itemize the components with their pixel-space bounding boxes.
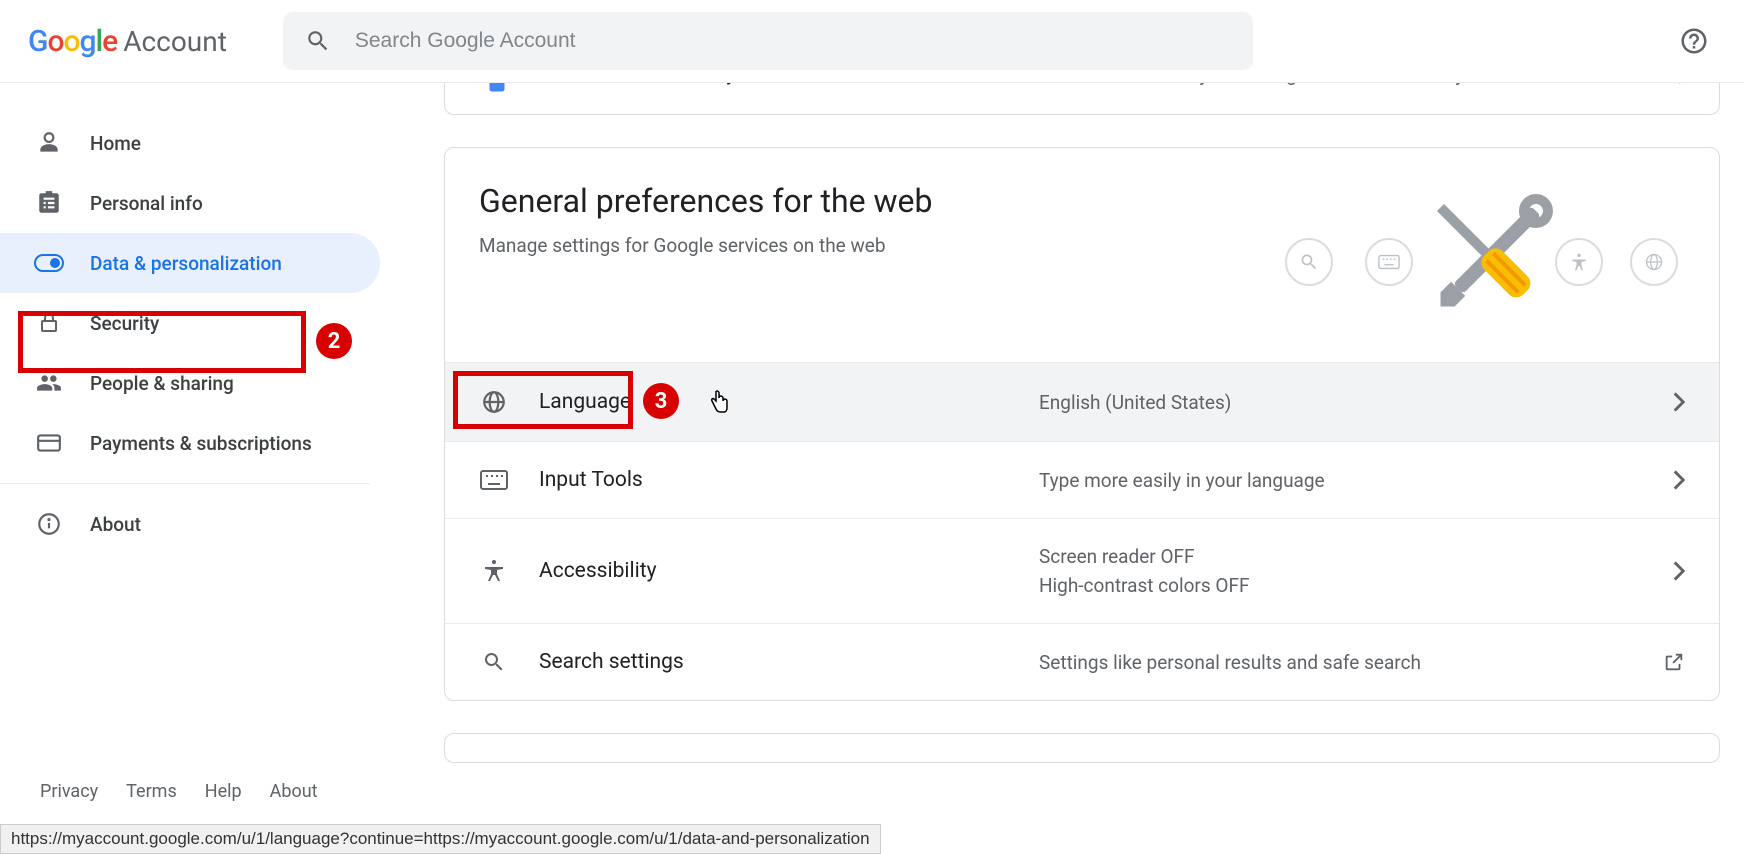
people-icon	[34, 370, 64, 396]
logo[interactable]: Google Account	[28, 24, 227, 59]
pref-value: Type more easily in your language	[1039, 469, 1643, 492]
search-bar[interactable]	[283, 12, 1253, 70]
chevron-right-icon	[1673, 470, 1685, 490]
home-icon	[34, 130, 64, 156]
sidebar-item-personal-info[interactable]: Personal info	[0, 173, 380, 233]
annotation-number-3: 3	[643, 383, 679, 419]
pref-label: Language	[539, 390, 1009, 414]
sidebar-item-label: Security	[90, 312, 159, 335]
account-label: Account	[123, 25, 227, 58]
sidebar-item-label: Home	[90, 132, 141, 155]
pref-label: Accessibility	[539, 559, 1009, 583]
pref-label: Search settings	[539, 650, 1009, 674]
pref-row-accessibility[interactable]: Accessibility Screen reader OFF High-con…	[445, 518, 1719, 623]
search-icon	[305, 28, 331, 54]
search-input[interactable]	[355, 29, 1231, 53]
footer-link-about[interactable]: About	[270, 781, 318, 802]
sidebar-item-label: Payments & subscriptions	[90, 432, 312, 455]
sidebar-item-label: Personal info	[90, 192, 203, 215]
sidebar-item-label: Data & personalization	[90, 252, 282, 275]
delete-service-subtitle: You can do this if you no longer use a s…	[1049, 83, 1647, 86]
delete-service-row[interactable]: Delete a service or your account You can…	[445, 83, 1719, 114]
chevron-right-icon	[1673, 392, 1685, 412]
keyboard-icon	[479, 470, 509, 490]
next-card-peek	[444, 733, 1720, 763]
search-icon	[479, 650, 509, 674]
card-icon	[34, 430, 64, 456]
globe-mini-icon	[1630, 238, 1678, 286]
globe-icon	[479, 389, 509, 415]
cursor-pointer-icon	[708, 389, 730, 415]
annotation-number-2: 2	[316, 323, 352, 359]
prefs-subheading: Manage settings for Google services on t…	[479, 234, 932, 257]
toggle-icon	[34, 254, 64, 272]
main-content: Delete a service or your account You can…	[420, 83, 1744, 854]
delete-service-title: Delete a service or your account	[549, 83, 1019, 86]
google-logo: Google	[28, 24, 117, 59]
sidebar-item-payments[interactable]: Payments & subscriptions	[0, 413, 380, 473]
sidebar-item-label: People & sharing	[90, 372, 234, 395]
pref-value: English (United States)	[1039, 391, 1643, 414]
prefs-header: General preferences for the web Manage s…	[445, 148, 1719, 332]
prefs-heading: General preferences for the web	[479, 182, 932, 220]
pref-row-language[interactable]: Language English (United States) 3	[445, 362, 1719, 441]
pref-value: Settings like personal results and safe …	[1039, 651, 1633, 674]
external-link-icon	[1663, 651, 1685, 673]
footer-link-privacy[interactable]: Privacy	[40, 781, 98, 802]
info-icon	[34, 511, 64, 537]
footer-link-terms[interactable]: Terms	[126, 781, 177, 802]
header: Google Account	[0, 0, 1744, 83]
delete-service-card: Delete a service or your account You can…	[444, 83, 1720, 115]
tools-illustration	[1285, 182, 1685, 332]
accessibility-icon	[479, 559, 509, 583]
sidebar-item-data-personalization[interactable]: Data & personalization	[0, 233, 380, 293]
pref-row-input-tools[interactable]: Input Tools Type more easily in your lan…	[445, 441, 1719, 518]
help-icon	[1679, 26, 1709, 56]
footer-link-help[interactable]: Help	[205, 781, 242, 802]
sidebar-item-people-sharing[interactable]: People & sharing	[0, 353, 380, 413]
sidebar-divider	[0, 483, 370, 484]
sidebar: Home Personal info Data & personalizatio…	[0, 83, 420, 854]
sidebar-item-label: About	[90, 513, 141, 536]
prefs-rows: Language English (United States) 3 Input…	[445, 362, 1719, 700]
badge-icon	[34, 190, 64, 216]
chevron-right-icon	[1673, 561, 1685, 581]
sidebar-item-home[interactable]: Home	[0, 113, 380, 173]
search-mini-icon	[1285, 238, 1333, 286]
lock-icon	[34, 311, 64, 335]
trash-icon	[475, 83, 519, 92]
help-button[interactable]	[1672, 19, 1716, 63]
pref-row-search-settings[interactable]: Search settings Settings like personal r…	[445, 623, 1719, 700]
sidebar-item-about[interactable]: About	[0, 494, 380, 554]
footer-links: Privacy Terms Help About	[40, 781, 318, 802]
status-bar-url: https://myaccount.google.com/u/1/languag…	[0, 824, 881, 854]
general-preferences-card: General preferences for the web Manage s…	[444, 147, 1720, 701]
chevron-right-icon	[1677, 83, 1689, 84]
wrench-screwdriver-icon	[1405, 182, 1575, 332]
pref-label: Input Tools	[539, 468, 1009, 492]
pref-value: Screen reader OFF High-contrast colors O…	[1039, 545, 1643, 597]
